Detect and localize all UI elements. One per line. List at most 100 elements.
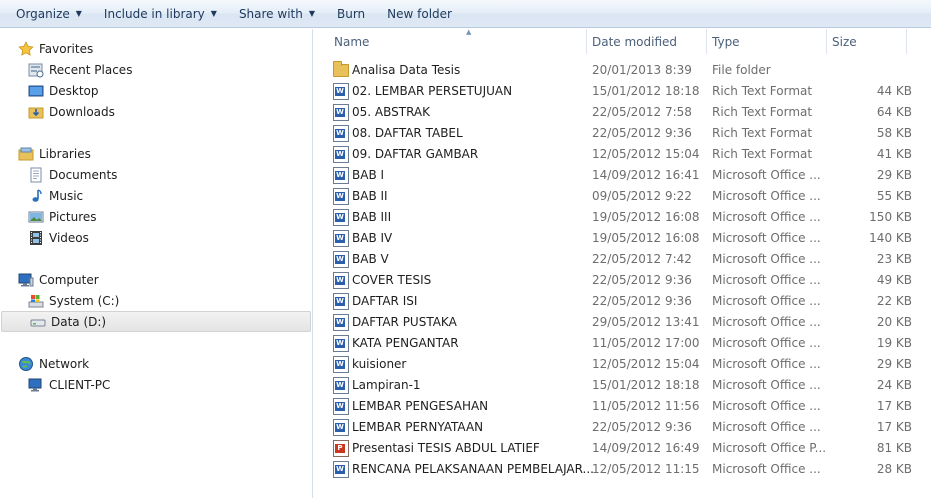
file-type: Microsoft Office ... [712, 336, 821, 350]
file-name: BAB III [352, 210, 392, 224]
nav-label: Documents [49, 167, 118, 182]
nav-item-favorites[interactable]: Favorites [0, 38, 312, 59]
file-date-modified: 09/05/2012 9:22 [592, 189, 692, 203]
organize-button[interactable]: Organize ▼ [8, 2, 90, 26]
word-document-icon [333, 167, 349, 184]
nav-item-downloads[interactable]: Downloads [0, 101, 312, 122]
file-row[interactable]: DAFTAR ISI 22/05/2012 9:36 Microsoft Offic… [328, 291, 918, 312]
word-document-icon [333, 146, 349, 163]
word-document-icon [333, 356, 349, 373]
file-type: Microsoft Office ... [712, 210, 821, 224]
file-name: LEMBAR PENGESAHAN [352, 399, 489, 413]
file-name: 09. DAFTAR GAMBAR [352, 147, 479, 161]
file-type: Microsoft Office ... [712, 189, 821, 203]
file-type: Microsoft Office P... [712, 441, 827, 455]
file-size: 17 KB [876, 420, 912, 434]
nav-label: Data (D:) [51, 314, 107, 329]
file-type: Microsoft Office ... [712, 168, 821, 182]
file-name: COVER TESIS [352, 273, 432, 287]
file-size: 22 KB [876, 294, 912, 308]
burn-button[interactable]: Burn [329, 2, 373, 26]
pictures-icon [28, 209, 44, 225]
file-name: BAB IV [352, 231, 393, 245]
nav-item-desktop[interactable]: Desktop [0, 80, 312, 101]
new-folder-button[interactable]: New folder [379, 2, 460, 26]
file-row[interactable]: BAB II 09/05/2012 9:22 Microsoft Office ..… [328, 186, 918, 207]
file-type: Rich Text Format [712, 126, 813, 140]
navigation-pane: Favorites Recent Places Desktop Download… [0, 29, 313, 498]
file-type: Microsoft Office ... [712, 399, 821, 413]
column-divider[interactable] [906, 29, 907, 54]
file-name: BAB II [352, 189, 388, 203]
share-with-button[interactable]: Share with ▼ [231, 2, 323, 26]
file-date-modified: 14/09/2012 16:49 [592, 441, 700, 455]
system-drive-icon [28, 293, 44, 309]
file-row[interactable]: BAB IV 19/05/2012 16:08 Microsoft Office .… [328, 228, 918, 249]
file-row[interactable]: 02. LEMBAR PERSETUJUAN 15/01/2012 18:18 Ri… [328, 81, 918, 102]
file-row[interactable]: 08. DAFTAR TABEL 22/05/2012 9:36 Rich Text… [328, 123, 918, 144]
column-header-label: Size [832, 34, 857, 49]
nav-label: Recent Places [49, 62, 133, 77]
file-row[interactable]: kuisioner 12/05/2012 15:04 Microsoft Offic… [328, 354, 918, 375]
nav-item-data-d[interactable]: Data (D:) [1, 311, 311, 332]
burn-label: Burn [337, 6, 366, 21]
column-header-name[interactable]: Name ▲ [328, 28, 586, 54]
file-size: 41 KB [876, 147, 912, 161]
nav-item-documents[interactable]: Documents [0, 164, 312, 185]
file-row[interactable]: Lampiran-1 15/01/2012 18:18 Microsoft Offi… [328, 375, 918, 396]
nav-label: Computer [39, 272, 99, 287]
file-date-modified: 22/05/2012 9:36 [592, 294, 692, 308]
nav-item-system-c[interactable]: System (C:) [0, 290, 312, 311]
file-type: Microsoft Office ... [712, 462, 821, 476]
chevron-down-icon: ▼ [210, 9, 217, 18]
chevron-down-icon: ▼ [75, 9, 82, 18]
file-name: Lampiran-1 [352, 378, 421, 392]
word-document-icon [333, 125, 349, 142]
nav-item-pictures[interactable]: Pictures [0, 206, 312, 227]
file-size: 55 KB [876, 189, 912, 203]
file-date-modified: 12/05/2012 11:15 [592, 462, 700, 476]
nav-item-libraries[interactable]: Libraries [0, 143, 312, 164]
file-type: Microsoft Office ... [712, 252, 821, 266]
file-row[interactable]: DAFTAR PUSTAKA 29/05/2012 13:41 Microsoft … [328, 312, 918, 333]
nav-label: Desktop [49, 83, 99, 98]
computer-icon [28, 377, 44, 393]
column-header-size[interactable]: Size [826, 29, 906, 54]
file-date-modified: 22/05/2012 9:36 [592, 126, 692, 140]
file-type: Rich Text Format [712, 147, 813, 161]
file-size: 28 KB [876, 462, 912, 476]
file-row[interactable]: BAB I 14/09/2012 16:41 Microsoft Office ..… [328, 165, 918, 186]
file-row[interactable]: BAB III 19/05/2012 16:08 Microsoft Office … [328, 207, 918, 228]
new-folder-label: New folder [387, 6, 452, 21]
file-size: 81 KB [876, 441, 912, 455]
file-size: 58 KB [876, 126, 912, 140]
file-row[interactable]: BAB V 22/05/2012 7:42 Microsoft Office ...… [328, 249, 918, 270]
column-header-date-modified[interactable]: Date modified [586, 29, 706, 54]
documents-icon [28, 167, 44, 183]
nav-item-recent-places[interactable]: Recent Places [0, 59, 312, 80]
file-row[interactable]: LEMBAR PERNYATAAN 22/05/2012 9:36 Microsof… [328, 417, 918, 438]
file-row[interactable]: LEMBAR PENGESAHAN 11/05/2012 11:56 Microso… [328, 396, 918, 417]
film-strip-icon [28, 230, 44, 246]
file-row[interactable]: COVER TESIS 22/05/2012 9:36 Microsoft Offi… [328, 270, 918, 291]
file-size: 24 KB [876, 378, 912, 392]
nav-item-computer[interactable]: Computer [0, 269, 312, 290]
file-size: 150 KB [869, 210, 912, 224]
include-in-library-button[interactable]: Include in library ▼ [96, 2, 225, 26]
file-row[interactable]: 05. ABSTRAK 22/05/2012 7:58 Rich Text Form… [328, 102, 918, 123]
file-name: Analisa Data Tesis [352, 63, 461, 77]
file-row[interactable]: RENCANA PELAKSANAAN PEMBELAJAR...12/05/2… [328, 459, 918, 480]
file-date-modified: 19/05/2012 16:08 [592, 231, 700, 245]
file-row[interactable]: KATA PENGANTAR 11/05/2012 17:00 Microsoft … [328, 333, 918, 354]
file-row[interactable]: 09. DAFTAR GAMBAR 12/05/2012 15:04 Rich Te… [328, 144, 918, 165]
nav-item-music[interactable]: Music [0, 185, 312, 206]
nav-item-videos[interactable]: Videos [0, 227, 312, 248]
star-icon [18, 40, 34, 57]
file-row[interactable]: Analisa Data Tesis 20/01/2013 8:39 File fo… [328, 60, 918, 81]
column-header-label: Type [712, 34, 740, 49]
column-header-type[interactable]: Type [706, 29, 826, 54]
file-row[interactable]: Presentasi TESIS ABDUL LATIEF 14/09/2012 … [328, 438, 918, 459]
nav-item-network[interactable]: Network [0, 353, 312, 374]
word-document-icon [333, 209, 349, 226]
nav-item-client-pc[interactable]: CLIENT-PC [0, 374, 312, 395]
